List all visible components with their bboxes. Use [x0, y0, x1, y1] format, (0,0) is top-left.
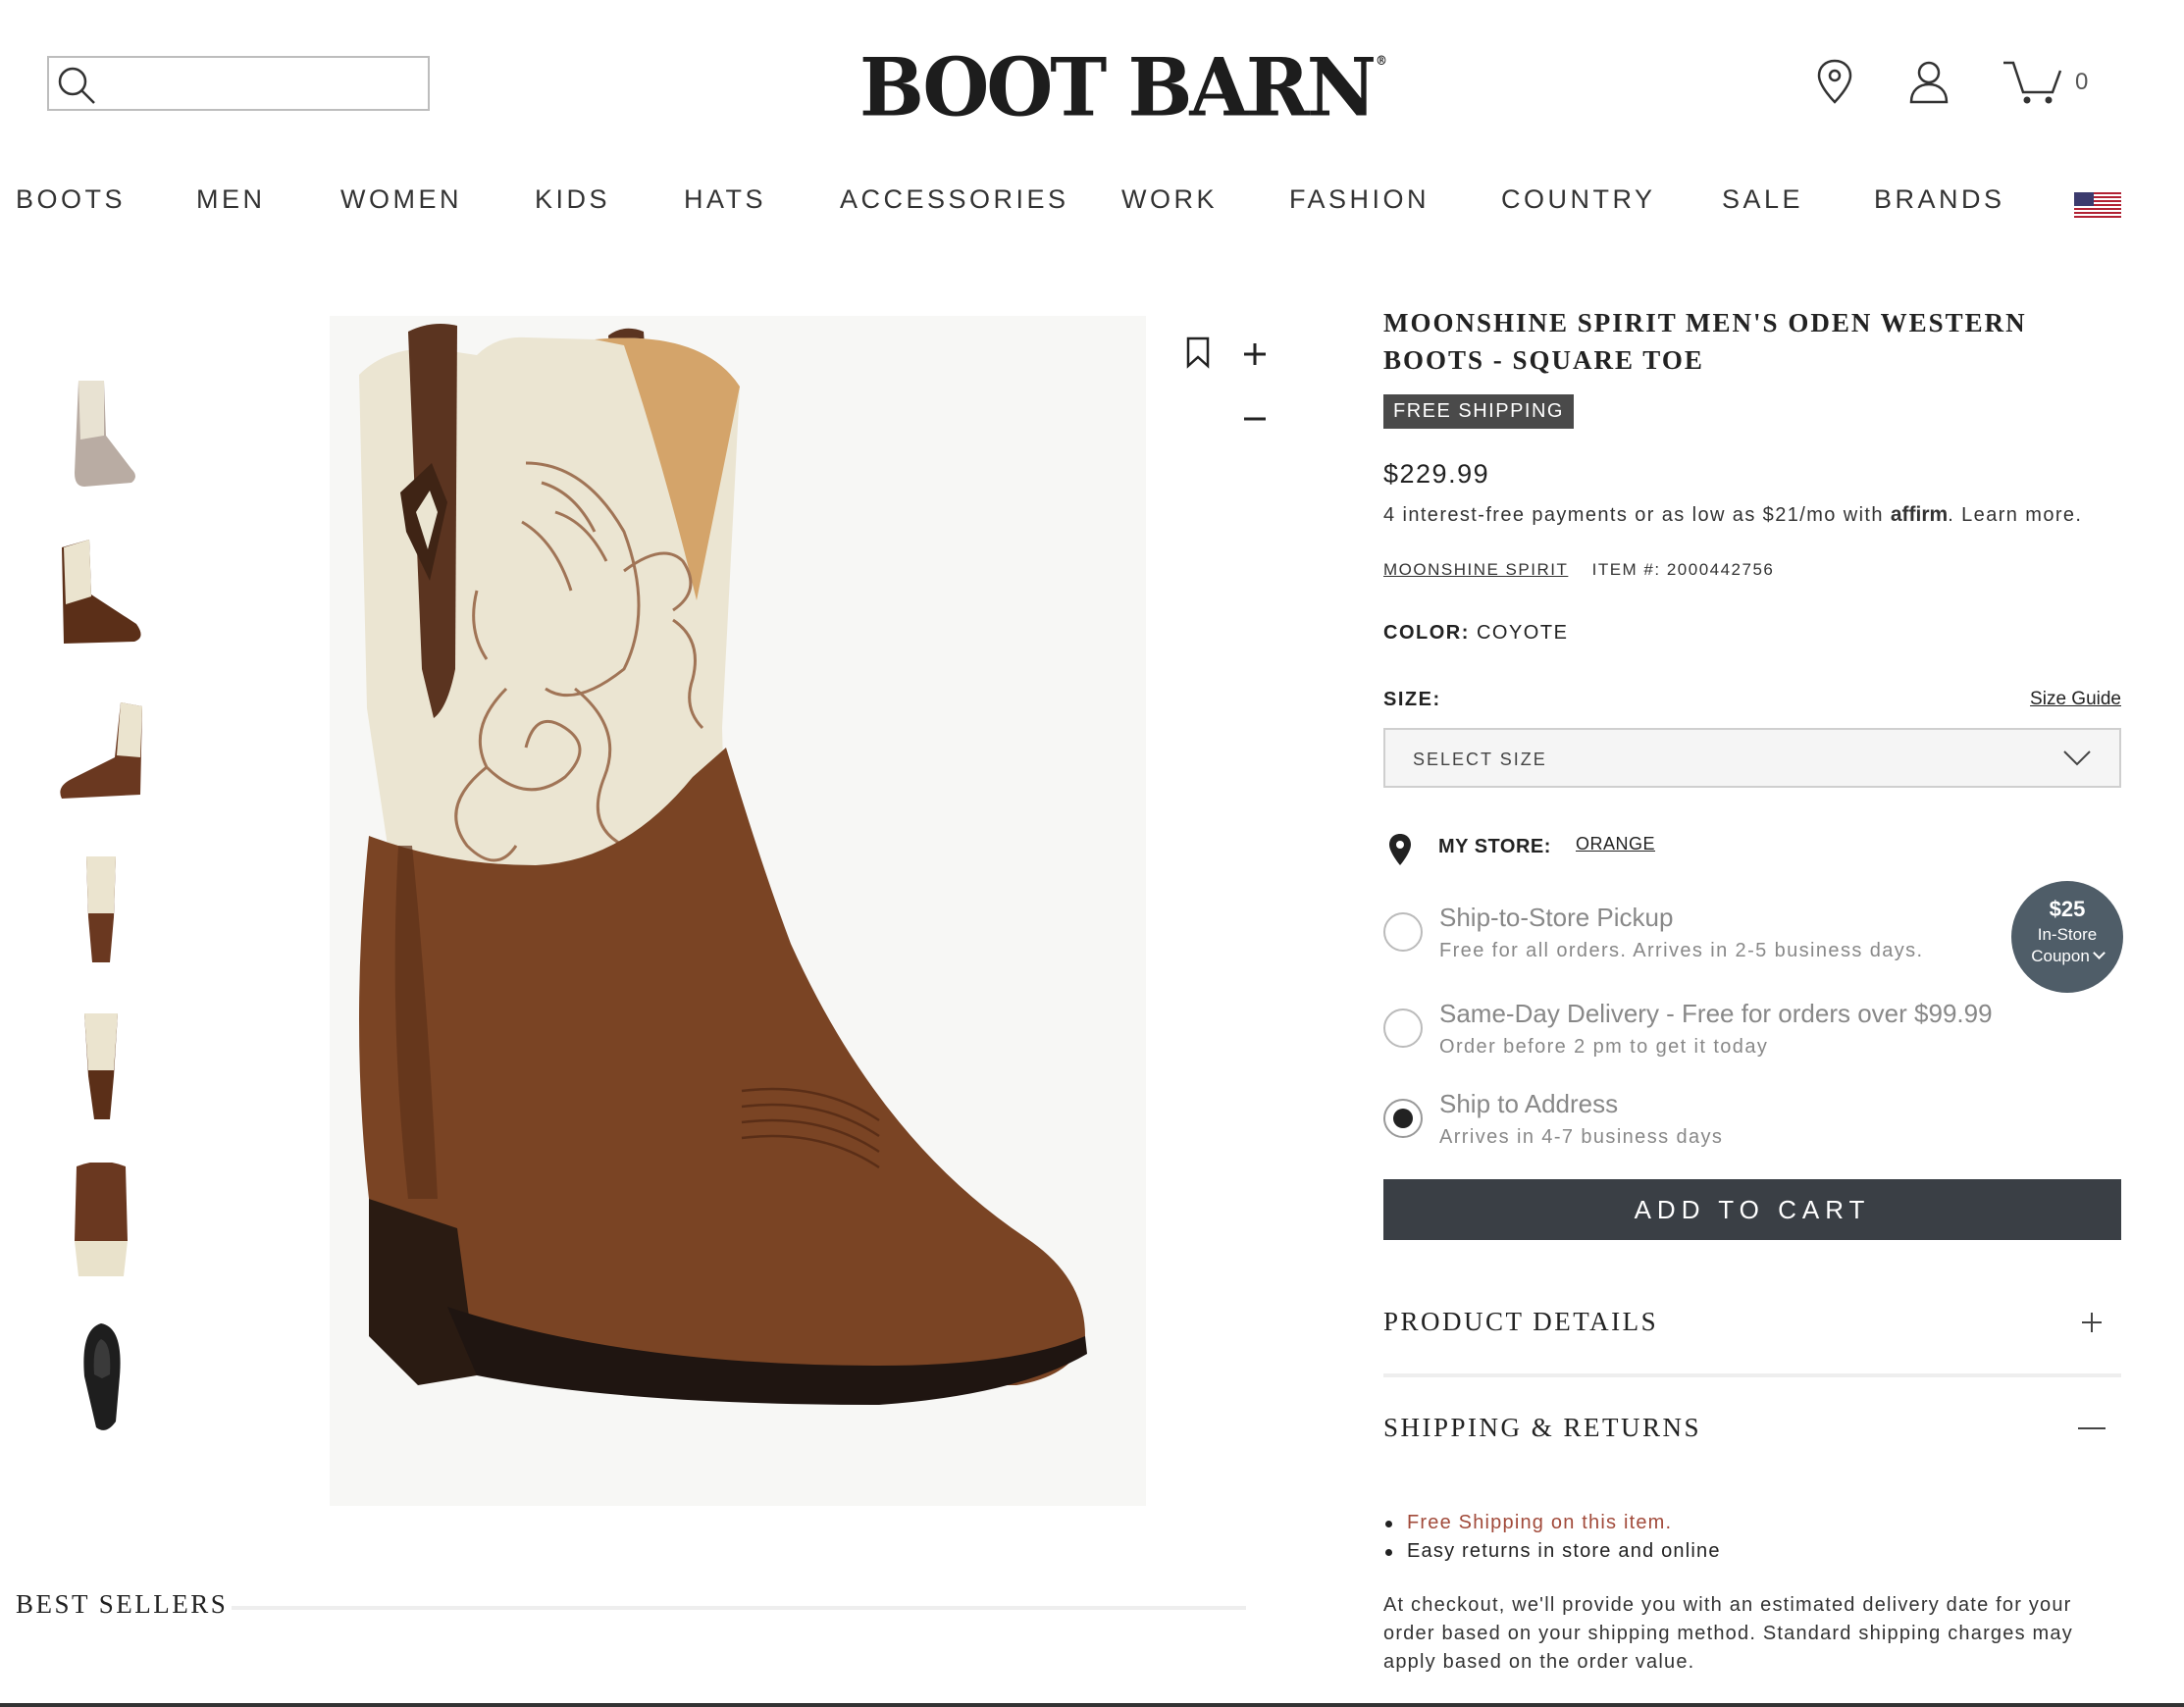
nav-fashion[interactable]: FASHION [1289, 184, 1430, 215]
nav-work[interactable]: WORK [1121, 184, 1218, 215]
coupon-line-3: Coupon [2011, 947, 2123, 966]
us-flag-icon[interactable] [2074, 192, 2121, 218]
search-box[interactable] [47, 56, 430, 111]
affirm-logo: affirm [1890, 503, 1949, 526]
thumbnail-boot-image [59, 701, 142, 799]
option-subtitle: Free for all orders. Arrives in 2-5 busi… [1439, 940, 1924, 961]
thumbnail-6[interactable] [49, 1160, 152, 1282]
account-icon[interactable] [1904, 57, 1953, 106]
accordion-shipping-returns[interactable]: SHIPPING & RETURNS [1383, 1403, 2121, 1462]
accordion-title: SHIPPING & RETURNS [1383, 1413, 1702, 1442]
option-subtitle: Arrives in 4-7 business days [1439, 1126, 1724, 1148]
nav-country[interactable]: COUNTRY [1501, 184, 1656, 215]
location-pin-icon[interactable] [1810, 57, 1859, 106]
product-title: MOONSHINE SPIRIT MEN'S ODEN WESTERN BOOT… [1383, 308, 2027, 375]
size-row: SIZE: Size Guide [1383, 689, 2121, 711]
main-nav: BOOTS MEN WOMEN KIDS HATS ACCESSORIES WO… [0, 184, 2184, 224]
option-title: Ship-to-Store Pickup [1439, 903, 1674, 932]
coupon-line-2: In-Store [2037, 925, 2098, 944]
list-item: Easy returns in store and online [1383, 1537, 1721, 1566]
accordion-title: PRODUCT DETAILS [1383, 1307, 1659, 1336]
thumbnail-4[interactable] [49, 846, 152, 968]
thumbnail-7[interactable] [49, 1317, 152, 1439]
product-price: $229.99 [1383, 459, 1490, 489]
accordion-divider [1383, 1373, 2121, 1377]
affirm-text: 4 interest-free payments or as low as $2… [1383, 504, 1891, 526]
in-store-coupon-badge[interactable]: $25 In-Store Coupon [2011, 881, 2123, 993]
affirm-message[interactable]: 4 interest-free payments or as low as $2… [1383, 503, 2082, 527]
best-sellers-heading: BEST SELLERS [16, 1589, 229, 1619]
minus-icon [2078, 1427, 2106, 1429]
coupon-line-3-text: Coupon [2031, 947, 2090, 965]
store-pin-icon [1389, 834, 1411, 865]
accordion-product-details[interactable]: PRODUCT DETAILS [1383, 1297, 2121, 1356]
chevron-down-icon [2063, 750, 2091, 766]
radio-ship-to-address[interactable] [1383, 1099, 1423, 1138]
option-title: Ship to Address [1439, 1089, 1619, 1118]
product-info: MOONSHINE SPIRIT MEN'S ODEN WESTERN BOOT… [1383, 304, 2121, 429]
plus-icon [2082, 1313, 2102, 1332]
radio-ship-to-store[interactable] [1383, 912, 1423, 952]
nav-boots[interactable]: BOOTS [16, 184, 126, 215]
nav-accessories[interactable]: ACCESSORIES [840, 184, 1069, 215]
zoom-out-icon[interactable] [1242, 406, 1268, 432]
free-shipping-badge: FREE SHIPPING [1383, 394, 1574, 429]
thumbnail-3[interactable] [49, 689, 152, 811]
nav-brands[interactable]: BRANDS [1874, 184, 2005, 215]
product-meta: MOONSHINE SPIRIT ITEM #: 2000442756 [1383, 560, 1774, 580]
registered-mark: ® [1376, 53, 1387, 69]
thumbnail-boot-image [74, 380, 135, 487]
delivery-option-ship-to-address[interactable]: Ship to Address Arrives in 4-7 business … [1383, 1089, 2011, 1158]
thumbnail-boot-image [82, 1322, 121, 1430]
list-item: Free Shipping on this item. [1383, 1509, 1721, 1537]
option-subtitle: Order before 2 pm to get it today [1439, 1036, 1769, 1058]
affirm-learn-more[interactable]: . Learn more. [1948, 504, 2082, 526]
thumbnail-2[interactable] [49, 532, 152, 654]
thumbnail-boot-image [61, 539, 141, 644]
size-select-value: SELECT SIZE [1413, 750, 1547, 769]
main-product-image[interactable] [330, 316, 1146, 1506]
search-icon[interactable] [55, 64, 98, 107]
bookmark-icon[interactable] [1185, 336, 1211, 369]
chevron-down-icon [2092, 947, 2106, 959]
option-title: Same-Day Delivery - Free for orders over… [1439, 999, 1993, 1028]
nav-men[interactable]: MEN [196, 184, 266, 215]
size-label: SIZE: [1383, 689, 1441, 710]
thumbnail-1[interactable] [49, 373, 152, 495]
color-label: COLOR: [1383, 622, 1470, 644]
item-number: ITEM #: 2000442756 [1591, 560, 1775, 579]
size-guide-link[interactable]: Size Guide [2030, 689, 2121, 710]
boot-illustration [359, 324, 1087, 1405]
search-input[interactable] [108, 64, 422, 105]
color-row: COLOR: COYOTE [1383, 622, 1568, 645]
zoom-in-icon[interactable] [1242, 341, 1268, 367]
store-name-link[interactable]: ORANGE [1576, 834, 1655, 854]
cart-count[interactable]: 0 [2075, 69, 2088, 96]
coupon-amount: $25 [2049, 897, 2086, 921]
boot-barn-logo[interactable]: BOOT BARN ® [859, 40, 1387, 135]
thumbnail-boot-image [74, 1162, 128, 1276]
thumbnail-boot-image [85, 855, 116, 962]
thumbnail-boot-image [83, 1012, 118, 1119]
add-to-cart-button[interactable]: ADD TO CART [1383, 1179, 2121, 1240]
nav-sale[interactable]: SALE [1722, 184, 1803, 215]
shipping-info-text: At checkout, we'll provide you with an e… [1383, 1594, 2073, 1673]
brand-link[interactable]: MOONSHINE SPIRIT [1383, 560, 1568, 579]
nav-kids[interactable]: KIDS [535, 184, 610, 215]
delivery-option-ship-to-store[interactable]: Ship-to-Store Pickup Free for all orders… [1383, 903, 2011, 971]
my-store-label: MY STORE: [1438, 836, 1551, 857]
nav-women[interactable]: WOMEN [340, 184, 462, 215]
radio-same-day[interactable] [1383, 1009, 1423, 1048]
best-sellers-divider [232, 1606, 1246, 1610]
shipping-bullets: Free Shipping on this item. Easy returns… [1383, 1509, 1721, 1566]
thumbnail-5[interactable] [49, 1003, 152, 1125]
bottom-edge [0, 1703, 2184, 1707]
delivery-option-same-day[interactable]: Same-Day Delivery - Free for orders over… [1383, 999, 2011, 1067]
size-select[interactable]: SELECT SIZE [1383, 728, 2121, 788]
cart-icon[interactable] [2002, 57, 2066, 106]
logo-text: BOOT BARN [859, 40, 1377, 135]
color-value: COYOTE [1476, 622, 1569, 644]
nav-hats[interactable]: HATS [684, 184, 766, 215]
